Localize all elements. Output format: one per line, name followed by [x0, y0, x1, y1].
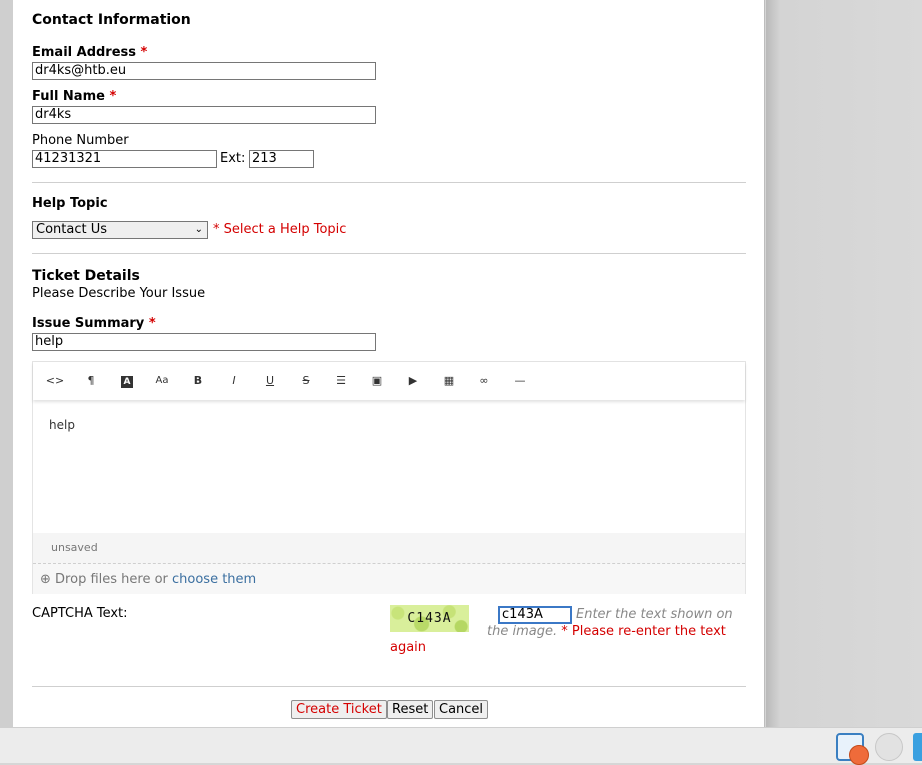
editor-status: unsaved: [33, 533, 745, 563]
window-left-edge: [0, 0, 13, 727]
full-name-label: Full Name *: [32, 89, 116, 104]
ext-field[interactable]: 213: [249, 150, 314, 168]
create-ticket-button[interactable]: Create Ticket: [291, 700, 387, 719]
email-field[interactable]: dr4ks@htb.eu: [32, 62, 376, 80]
italic-icon[interactable]: I: [223, 371, 245, 391]
list-icon[interactable]: ☰: [330, 371, 352, 391]
text-color-icon[interactable]: A: [116, 371, 138, 391]
email-required-mark: *: [140, 45, 148, 60]
help-topic-select[interactable]: Contact Us ⌄: [32, 221, 208, 239]
table-icon[interactable]: ▦: [438, 371, 460, 391]
rich-text-editor[interactable]: <> ¶ A Aa B I U S ☰ ▣ ▶ ▦ ∞ — help unsav…: [32, 361, 746, 594]
ticket-details-heading: Ticket Details: [32, 268, 140, 284]
captcha-label: CAPTCHA Text:: [32, 606, 128, 621]
link-icon[interactable]: ∞: [473, 371, 495, 391]
editor-content[interactable]: help: [49, 418, 75, 432]
chevron-down-icon: ⌄: [194, 224, 203, 235]
ticket-details-subheading: Please Describe Your Issue: [32, 286, 206, 301]
bold-icon[interactable]: B: [187, 371, 209, 391]
phone-label: Phone Number: [32, 133, 129, 148]
captcha-error: * Please re-enter the text: [561, 624, 726, 639]
help-topic-heading: Help Topic: [32, 196, 108, 211]
divider: [32, 253, 746, 254]
notification-badge-icon: [849, 745, 869, 765]
help-topic-error: * Select a Help Topic: [213, 222, 347, 237]
issue-summary-required-mark: *: [148, 316, 156, 331]
full-name-label-text: Full Name: [32, 89, 105, 104]
full-name-required-mark: *: [109, 89, 117, 104]
email-label: Email Address *: [32, 45, 147, 60]
captcha-error-continued: again: [390, 640, 427, 655]
cancel-button[interactable]: Cancel: [434, 700, 489, 719]
dropzone-text: Drop files here or: [55, 572, 173, 587]
divider: [32, 182, 746, 183]
captcha-hint-block: Enter the text shown on the image. * Ple…: [487, 606, 737, 640]
disc-icon[interactable]: [875, 733, 903, 761]
strikethrough-icon[interactable]: S: [295, 371, 317, 391]
file-dropzone[interactable]: ⊕ Drop files here or choose them: [33, 563, 745, 594]
issue-summary-field[interactable]: help: [32, 333, 376, 351]
full-name-field[interactable]: dr4ks: [32, 106, 376, 124]
underline-icon[interactable]: U: [259, 371, 281, 391]
font-size-icon[interactable]: Aa: [151, 371, 173, 391]
horizontal-rule-icon[interactable]: —: [509, 371, 531, 391]
upload-icon: ⊕: [40, 572, 51, 587]
issue-summary-label-text: Issue Summary: [32, 316, 145, 331]
image-icon[interactable]: ▣: [366, 371, 388, 391]
reset-button[interactable]: Reset: [387, 700, 434, 719]
app-icon[interactable]: [913, 733, 922, 761]
editor-toolbar: <> ¶ A Aa B I U S ☰ ▣ ▶ ▦ ∞ —: [33, 362, 745, 400]
page-side-background: [766, 0, 922, 727]
video-icon[interactable]: ▶: [402, 371, 424, 391]
issue-summary-label: Issue Summary *: [32, 316, 156, 331]
contact-heading: Contact Information: [32, 12, 191, 28]
choose-files-link[interactable]: choose them: [172, 572, 256, 587]
paragraph-icon[interactable]: ¶: [80, 371, 102, 391]
email-label-text: Email Address: [32, 45, 137, 60]
phone-field[interactable]: 41231321: [32, 150, 217, 168]
taskbar: [0, 727, 922, 763]
captcha-image: C143A: [390, 605, 469, 632]
help-topic-selected: Contact Us: [36, 222, 107, 237]
html-icon[interactable]: <>: [44, 371, 66, 391]
divider: [32, 686, 746, 687]
ext-label: Ext:: [220, 151, 246, 166]
text-color-glyph: A: [121, 376, 133, 388]
